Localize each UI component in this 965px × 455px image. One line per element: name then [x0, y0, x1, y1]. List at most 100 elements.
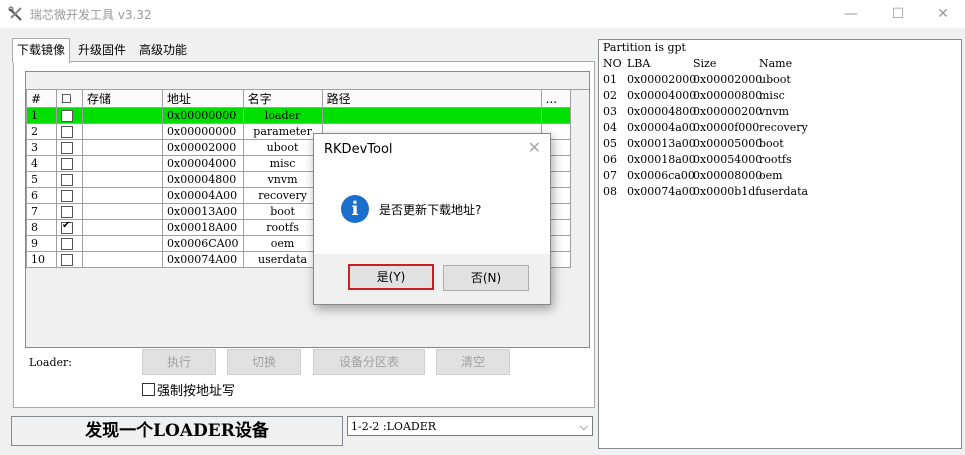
row-address[interactable]: 0x00002000 [162, 139, 244, 156]
row-address[interactable]: 0x00018A00 [162, 219, 244, 236]
row-checkbox[interactable] [56, 107, 83, 124]
title-bar: 瑞芯微开发工具 v3.32 — ☐ ✕ [0, 0, 965, 28]
col-path-header: 路径 [321, 89, 542, 108]
row-number: 6 [26, 187, 57, 204]
row-path[interactable] [321, 107, 542, 124]
partition-table-button[interactable]: 设备分区表 [313, 349, 425, 375]
checkbox[interactable] [61, 238, 73, 250]
partition-row: 02 0x00004000 0x00000800 misc [603, 89, 953, 105]
partition-cell: rootfs [759, 153, 792, 166]
row-name[interactable]: recovery [242, 187, 323, 204]
partition-cell: 0x00000200 [693, 105, 763, 118]
partition-cell: 0x00054000 [693, 153, 763, 166]
minimize-button[interactable]: — [828, 0, 874, 28]
force-address-box[interactable] [142, 383, 155, 396]
row-checkbox[interactable] [56, 123, 83, 140]
partition-cell: 0x00018a00 [627, 153, 696, 166]
partition-row: 08 0x00074a00 0x0000b1df userdata [603, 185, 953, 201]
row-storage [82, 171, 163, 188]
switch-button[interactable]: 切换 [227, 349, 301, 375]
checkbox[interactable] [61, 110, 73, 122]
tab-download-image[interactable]: 下载镜像 [12, 38, 71, 63]
row-number: 4 [26, 155, 57, 172]
row-address[interactable]: 0x00004000 [162, 155, 244, 172]
row-storage [82, 139, 163, 156]
col-storage-header: 存储 [82, 89, 163, 108]
partition-cell: userdata [759, 185, 809, 198]
confirm-dialog: RKDevTool ✕ i 是否更新下载地址? 是(Y) 否(N) [313, 133, 551, 305]
device-select[interactable]: 1-2-2 :LOADER ⌵ [347, 416, 593, 436]
partition-cell: recovery [759, 121, 808, 134]
row-checkbox[interactable] [56, 219, 83, 236]
checkbox[interactable] [61, 190, 73, 202]
col-num-header: # [26, 89, 57, 108]
col-check-header[interactable]: ☐ [56, 89, 83, 108]
tab-upgrade-firmware[interactable]: 升级固件 [74, 40, 130, 60]
partition-cell: 0x00008000 [693, 169, 763, 182]
col-address-header: 地址 [162, 89, 244, 108]
row-checkbox[interactable] [56, 251, 83, 268]
row-checkbox[interactable] [56, 171, 83, 188]
tools-icon [8, 6, 22, 21]
row-storage [82, 187, 163, 204]
checkbox[interactable] [61, 254, 73, 266]
checkbox[interactable] [61, 126, 73, 138]
row-checkbox[interactable] [56, 155, 83, 172]
row-address[interactable]: 0x00013A00 [162, 203, 244, 220]
row-address[interactable]: 0x00000000 [162, 107, 244, 124]
force-address-checkbox[interactable]: 强制按地址写 [142, 380, 235, 399]
checkbox[interactable] [61, 142, 73, 154]
row-name[interactable]: vnvm [242, 171, 323, 188]
row-name[interactable]: boot [242, 203, 323, 220]
row-name[interactable]: loader [242, 107, 323, 124]
maximize-button[interactable]: ☐ [875, 0, 921, 28]
partition-cell: 0x0006ca00 [627, 169, 695, 182]
row-address[interactable]: 0x00000000 [162, 123, 244, 140]
dialog-message: 是否更新下载地址? [379, 203, 482, 217]
row-address[interactable]: 0x0006CA00 [162, 235, 244, 252]
row-name[interactable]: userdata [242, 251, 323, 268]
status-text: 发现一个LOADER设备 [11, 416, 343, 446]
row-storage [82, 219, 163, 236]
row-number: 8 [26, 219, 57, 236]
close-button[interactable]: ✕ [920, 0, 965, 28]
dialog-close-button[interactable]: ✕ [528, 138, 541, 157]
partition-cell: 0x00005000 [693, 137, 763, 150]
row-checkbox[interactable] [56, 235, 83, 252]
checkbox[interactable] [61, 206, 73, 218]
row-name[interactable]: uboot [242, 139, 323, 156]
partition-cell: uboot [759, 73, 791, 86]
row-name[interactable]: parameter [242, 123, 323, 140]
checkbox[interactable] [61, 220, 73, 234]
partition-col-name: Name [759, 57, 793, 70]
row-address[interactable]: 0x00004A00 [162, 187, 244, 204]
partition-columns-row: NO LBA Size Name [603, 57, 953, 73]
row-number: 2 [26, 123, 57, 140]
run-button[interactable]: 执行 [142, 349, 216, 375]
partition-cell: vnvm [759, 105, 789, 118]
row-address[interactable]: 0x00004800 [162, 171, 244, 188]
partition-cell: 05 [603, 137, 617, 150]
row-browse[interactable] [540, 107, 571, 124]
clear-button[interactable]: 清空 [436, 349, 510, 375]
table-row[interactable]: 1 0x00000000 loader [26, 107, 571, 124]
tab-advanced[interactable]: 高级功能 [135, 40, 191, 60]
yes-button[interactable]: 是(Y) [348, 264, 434, 290]
row-checkbox[interactable] [56, 203, 83, 220]
row-name[interactable]: oem [242, 235, 323, 252]
partition-cell: 01 [603, 73, 617, 86]
no-button[interactable]: 否(N) [443, 265, 529, 291]
window-title: 瑞芯微开发工具 v3.32 [30, 8, 152, 22]
row-name[interactable]: misc [242, 155, 323, 172]
partition-col-lba: LBA [627, 57, 651, 70]
row-checkbox[interactable] [56, 187, 83, 204]
partition-cell: 0x00002000 [693, 73, 763, 86]
row-address[interactable]: 0x00074A00 [162, 251, 244, 268]
chevron-down-icon[interactable]: ⌵ [580, 417, 588, 437]
checkbox[interactable] [61, 174, 73, 186]
partition-cell: oem [759, 169, 783, 182]
checkbox[interactable] [61, 158, 73, 170]
row-checkbox[interactable] [56, 139, 83, 156]
row-name[interactable]: rootfs [242, 219, 323, 236]
row-storage [82, 251, 163, 268]
